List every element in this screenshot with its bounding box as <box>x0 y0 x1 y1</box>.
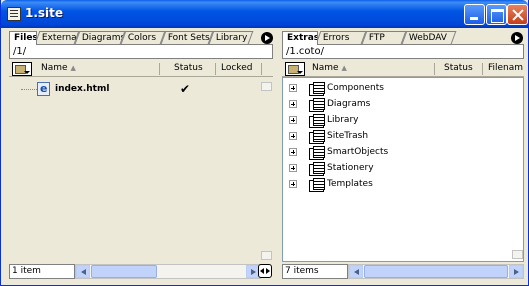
window-title: 1.site <box>25 6 64 20</box>
right-item-count: 7 items <box>282 264 348 279</box>
left-path-field[interactable]: /1/ <box>9 44 273 59</box>
scroll-left-icon[interactable] <box>76 265 90 278</box>
tree-line <box>21 89 37 90</box>
right-status-bar: 7 items <box>282 264 524 279</box>
expand-icon[interactable] <box>289 116 297 124</box>
maximize-button[interactable] <box>486 4 507 25</box>
expand-icon[interactable] <box>289 132 297 140</box>
right-path-field[interactable]: /1.coto/ <box>282 44 524 59</box>
files-list[interactable]: index.html ✔ <box>9 77 273 262</box>
title-bar[interactable]: 1.site <box>1 0 528 28</box>
minimize-button[interactable] <box>464 4 485 25</box>
html-file-icon <box>37 81 50 97</box>
folder-name: Diagrams <box>327 99 371 109</box>
site-window-icon <box>7 7 21 21</box>
folder-icon <box>309 98 325 112</box>
folder-icon <box>309 82 325 96</box>
right-horizontal-scrollbar[interactable] <box>348 264 524 279</box>
list-item[interactable]: Library <box>283 112 523 128</box>
tab-webdav[interactable]: WebDAV <box>401 31 457 44</box>
tab-colors[interactable]: Colors <box>120 31 166 44</box>
folder-name: Components <box>327 83 384 93</box>
column-divider[interactable] <box>434 63 435 75</box>
tab-menu-arrow-icon[interactable] <box>261 32 273 44</box>
folder-icon <box>309 114 325 128</box>
folder-icon <box>309 178 325 192</box>
column-header-status[interactable]: Status <box>174 63 203 73</box>
tab-menu-arrow-icon[interactable] <box>511 32 523 44</box>
scroll-thumb[interactable] <box>91 265 157 278</box>
sort-up-icon: ▲ <box>341 64 347 72</box>
left-item-count: 1 item <box>9 264 75 279</box>
tab-font-sets[interactable]: Font Sets <box>160 31 214 44</box>
column-header-status[interactable]: Status <box>444 63 473 73</box>
column-header-filename[interactable]: Filenam <box>488 63 523 73</box>
sort-up-icon: ▲ <box>70 64 76 72</box>
column-divider[interactable] <box>261 63 262 75</box>
right-tab-bar: Extras Errors FTP WebDAV <box>280 31 526 45</box>
tab-external[interactable]: External <box>34 31 80 44</box>
folder-name: Stationery <box>327 163 374 173</box>
extras-list[interactable]: Components Diagrams Library SiteTrash Sm <box>282 77 524 262</box>
site-menu-button[interactable] <box>285 62 305 76</box>
tab-files[interactable]: Files <box>9 31 37 45</box>
tab-library[interactable]: Library <box>208 31 254 44</box>
column-header-name[interactable]: Name ▲ <box>312 63 347 73</box>
list-item[interactable]: SiteTrash <box>283 128 523 144</box>
left-horizontal-scrollbar[interactable] <box>75 264 261 279</box>
folder-icon <box>309 130 325 144</box>
list-item[interactable]: Components <box>283 80 523 96</box>
column-divider[interactable] <box>215 63 216 75</box>
list-item[interactable]: Diagrams <box>283 96 523 112</box>
scroll-down-icon[interactable] <box>261 251 272 260</box>
expand-icon[interactable] <box>289 180 297 188</box>
locked-check-icon: ✔ <box>180 82 191 96</box>
right-column-header: Name ▲ Status Filenam <box>282 61 524 77</box>
file-name: index.html <box>55 84 110 94</box>
expand-icon[interactable] <box>289 84 297 92</box>
list-item[interactable]: Templates <box>283 176 523 192</box>
files-panel: Files External Diagrams Colors Font Sets… <box>7 29 275 281</box>
left-column-header: Name ▲ Status Locked <box>9 61 273 77</box>
tab-ftp[interactable]: FTP <box>361 31 407 44</box>
list-item[interactable]: Stationery <box>283 160 523 176</box>
left-tab-bar: Files External Diagrams Colors Font Sets… <box>7 31 275 45</box>
close-button[interactable] <box>507 4 528 25</box>
expand-icon[interactable] <box>289 164 297 172</box>
panel-splitter-icon[interactable] <box>258 264 272 278</box>
scroll-thumb[interactable] <box>364 265 508 278</box>
folder-icon <box>309 162 325 176</box>
folder-name: SiteTrash <box>327 131 369 141</box>
folder-name: SmartObjects <box>327 147 389 157</box>
tab-extras[interactable]: Extras <box>282 31 318 45</box>
tab-errors[interactable]: Errors <box>315 31 367 44</box>
column-header-name[interactable]: Name ▲ <box>41 63 76 73</box>
folder-name: Templates <box>327 179 373 189</box>
folder-icon <box>309 146 325 160</box>
column-header-locked[interactable]: Locked <box>221 63 252 73</box>
column-divider[interactable] <box>482 63 483 75</box>
folder-name: Library <box>327 115 359 125</box>
tab-diagrams[interactable]: Diagrams <box>74 31 126 44</box>
site-menu-button[interactable] <box>12 62 32 76</box>
column-divider[interactable] <box>159 63 160 75</box>
scroll-up-icon[interactable] <box>261 82 272 91</box>
left-status-bar: 1 item <box>9 264 273 279</box>
list-item[interactable]: SmartObjects <box>283 144 523 160</box>
list-item[interactable]: index.html ✔ <box>9 81 273 97</box>
scroll-down-icon[interactable] <box>512 250 523 259</box>
expand-icon[interactable] <box>289 100 297 108</box>
expand-icon[interactable] <box>289 148 297 156</box>
scroll-right-icon[interactable] <box>509 265 523 278</box>
scroll-left-icon[interactable] <box>349 265 363 278</box>
extras-panel: Extras Errors FTP WebDAV /1.coto/ Name ▲… <box>280 29 526 281</box>
site-window: 1.site Files External Diagrams Colors Fo… <box>0 0 529 286</box>
